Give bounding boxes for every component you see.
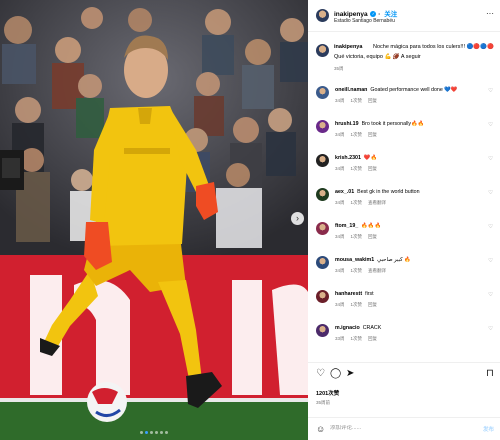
comment-item: hrushi.19 Bro took it personally🔥🔥 34周 1次赞回… bbox=[316, 120, 496, 150]
comment-reply[interactable]: 查看翻译 bbox=[368, 200, 386, 205]
comment-item: ftom_19_ 🔥🔥🔥 34周 1次赞 回复 ♡ bbox=[316, 222, 496, 252]
comment-time: 34周 bbox=[335, 234, 345, 239]
avatar[interactable] bbox=[316, 9, 329, 22]
share-icon[interactable]: ➤ bbox=[346, 369, 354, 379]
goalkeeper-photo bbox=[0, 0, 308, 440]
comment-avatar[interactable] bbox=[316, 290, 329, 303]
carousel-dot[interactable] bbox=[145, 431, 148, 434]
caption-text: Noche mágica para todos los culers!!! 🔵🔴… bbox=[373, 44, 494, 50]
carousel-dot[interactable] bbox=[150, 431, 153, 434]
emoji-icon[interactable]: ☺ bbox=[316, 424, 325, 434]
heart-icon[interactable]: ♡ bbox=[488, 156, 493, 162]
post-actions: ♡ ◯ ➤ ⊓ 1201次赞 35周前 ☺ 发布 bbox=[308, 362, 500, 440]
comment-item: oneill.naman Goated performance well done… bbox=[316, 86, 496, 116]
comment-likes[interactable]: 1次赞 bbox=[351, 302, 363, 307]
comment-likes[interactable]: 1次赞 bbox=[351, 132, 363, 137]
caption-time: 35周 bbox=[334, 66, 344, 71]
comment-likes[interactable]: 1次赞 bbox=[351, 166, 363, 171]
comment-likes[interactable]: 1次赞 bbox=[351, 200, 363, 205]
heart-icon[interactable]: ♡ bbox=[488, 224, 493, 230]
carousel-dots bbox=[0, 431, 308, 434]
heart-icon[interactable]: ♡ bbox=[316, 369, 325, 379]
post-details-panel: inakipenya ✓ · 关注 Estadio Santiago Berna… bbox=[308, 0, 500, 440]
chevron-right-icon[interactable]: › bbox=[291, 212, 304, 225]
comment-likes[interactable]: 1次赞 bbox=[351, 234, 363, 239]
comment-avatar[interactable] bbox=[316, 324, 329, 337]
comment-item: krish.2301 ❤️🔥 34周 1次赞 回复 ♡ bbox=[316, 154, 496, 184]
comment-item: hanharestt first 34周 1次赞 回复 ♡ bbox=[316, 290, 496, 320]
comment-time: 34周 bbox=[335, 268, 345, 273]
comment-icon[interactable]: ◯ bbox=[330, 369, 341, 379]
comment-username[interactable]: hrushi.19 bbox=[335, 121, 359, 127]
comment-username[interactable]: krish.2301 bbox=[335, 155, 361, 161]
username-link[interactable]: inakipenya bbox=[334, 11, 368, 18]
comment-text: ❤️🔥 bbox=[363, 155, 378, 161]
caption-text-line2: Qué victoria, equipo 💪 🏈 A seguir bbox=[334, 54, 421, 60]
comment-time: 34周 bbox=[335, 302, 345, 307]
heart-icon[interactable]: ♡ bbox=[488, 190, 493, 196]
caption-avatar[interactable] bbox=[316, 44, 329, 57]
comment-item: mousa_wakim1 كبير صاحبي 🔥 34周 1次赞 查看翻译 ♡ bbox=[316, 256, 496, 286]
comment-text: 🔥🔥🔥 bbox=[361, 223, 382, 229]
comment-text: first bbox=[365, 291, 374, 297]
add-comment-bar: ☺ 发布 bbox=[308, 417, 500, 440]
comment-username[interactable]: m.ignacio bbox=[335, 325, 360, 331]
add-comment-input[interactable] bbox=[330, 425, 470, 431]
heart-icon[interactable]: ♡ bbox=[488, 258, 493, 264]
location-link[interactable]: Estadio Santiago Bernabéu bbox=[334, 18, 395, 24]
comment-username[interactable]: ftom_19_ bbox=[335, 223, 358, 229]
comment-time: 34周 bbox=[335, 200, 345, 205]
comment-item: m.ignacio CRACK 33周 1次赞 回复 ♡ bbox=[316, 324, 496, 354]
comment-time: 34周 bbox=[335, 132, 345, 137]
comment-username[interactable]: oneill.naman bbox=[335, 87, 367, 93]
comment-text: CRACK bbox=[362, 325, 382, 331]
comment-avatar[interactable] bbox=[316, 120, 329, 133]
post-comment-button[interactable]: 发布 bbox=[483, 425, 494, 433]
comment-avatar[interactable] bbox=[316, 154, 329, 167]
comment-time: 33周 bbox=[335, 336, 345, 341]
comment-avatar[interactable] bbox=[316, 188, 329, 201]
comment-text: Goated performance well done 💙❤️ bbox=[370, 87, 458, 93]
comment-text: كبير صاحبي 🔥 bbox=[377, 257, 411, 263]
verified-badge-icon: ✓ bbox=[370, 11, 377, 18]
heart-icon[interactable]: ♡ bbox=[488, 326, 493, 332]
comment-item: aex_.01 Best gk in the world button 34周 1次赞… bbox=[316, 188, 496, 218]
comment-reply[interactable]: 回复 bbox=[368, 302, 377, 307]
comment-avatar[interactable] bbox=[316, 222, 329, 235]
likes-count[interactable]: 1201次赞 bbox=[316, 389, 339, 397]
football bbox=[87, 382, 127, 422]
comment-avatar[interactable] bbox=[316, 86, 329, 99]
comment-reply[interactable]: 回复 bbox=[368, 166, 377, 171]
comment-reply[interactable]: 回复 bbox=[368, 132, 377, 137]
post-header: inakipenya ✓ · 关注 Estadio Santiago Berna… bbox=[308, 0, 500, 32]
comment-username[interactable]: mousa_wakim1 bbox=[335, 257, 374, 263]
comment-username[interactable]: hanharestt bbox=[335, 291, 362, 297]
more-horizontal-icon[interactable]: ··· bbox=[486, 9, 494, 18]
heart-icon[interactable]: ♡ bbox=[488, 292, 493, 298]
heart-icon[interactable]: ♡ bbox=[488, 122, 493, 128]
heart-icon[interactable]: ♡ bbox=[488, 88, 493, 94]
post-photo[interactable]: › bbox=[0, 0, 308, 440]
carousel-dot[interactable] bbox=[155, 431, 158, 434]
carousel-dot[interactable] bbox=[165, 431, 168, 434]
comment-text: Best gk in the world button bbox=[357, 189, 420, 195]
bookmark-icon[interactable]: ⊓ bbox=[486, 369, 494, 379]
comment-time: 34周 bbox=[335, 166, 345, 171]
comment-text: Bro took it personally🔥🔥 bbox=[361, 121, 425, 127]
post-date: 35周前 bbox=[316, 400, 331, 405]
caption-username[interactable]: inakipenya bbox=[334, 44, 362, 50]
comment-avatar[interactable] bbox=[316, 256, 329, 269]
comment-reply[interactable]: 回复 bbox=[368, 336, 377, 341]
follow-button[interactable]: 关注 bbox=[384, 11, 397, 18]
comment-likes[interactable]: 1次赞 bbox=[351, 98, 363, 103]
comment-username[interactable]: aex_.01 bbox=[335, 189, 354, 195]
comment-reply[interactable]: 回复 bbox=[368, 98, 377, 103]
carousel-dot[interactable] bbox=[160, 431, 163, 434]
comment-likes[interactable]: 1次赞 bbox=[351, 336, 363, 341]
comment-reply[interactable]: 查看翻译 bbox=[368, 268, 386, 273]
carousel-dot[interactable] bbox=[140, 431, 143, 434]
comment-likes[interactable]: 1次赞 bbox=[351, 268, 363, 273]
comment-time: 34周 bbox=[335, 98, 345, 103]
comment-reply[interactable]: 回复 bbox=[368, 234, 377, 239]
